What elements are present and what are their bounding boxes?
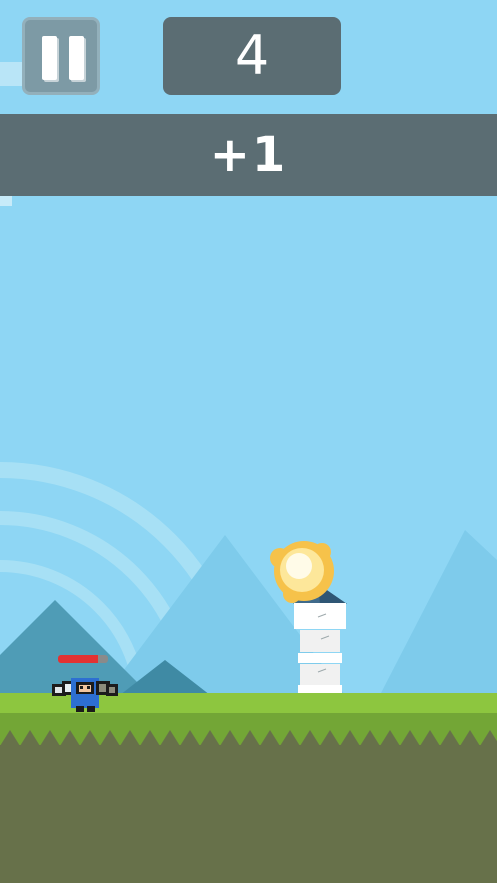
pause-button[interactable]: [22, 17, 100, 95]
ground: [0, 745, 497, 883]
player-health-bar: [58, 655, 108, 663]
pause-icon-bar: [69, 36, 84, 80]
bonus-banner: +1: [0, 114, 497, 196]
pause-icon: [42, 36, 57, 80]
player-health-fill: [58, 655, 98, 663]
score-display: 4: [163, 17, 341, 95]
cloud: [0, 62, 22, 86]
